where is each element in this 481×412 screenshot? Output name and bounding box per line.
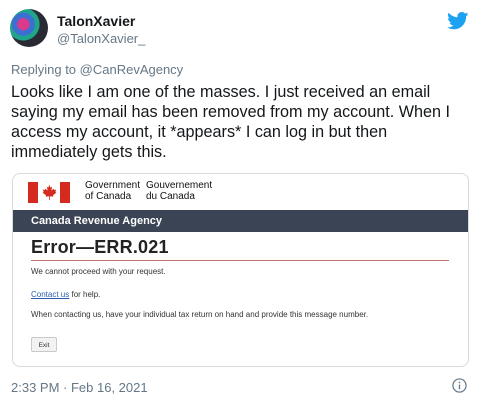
error-divider [31, 260, 449, 261]
info-icon[interactable] [452, 378, 467, 393]
embedded-screenshot[interactable]: Government of Canada Gouvernement du Can… [12, 173, 469, 367]
contact-instructions: When contacting us, have your individual… [31, 310, 369, 319]
tweet-text: Looks like I am one of the masses. I jus… [11, 83, 451, 161]
replying-prefix: Replying to [11, 62, 80, 77]
gov-name-fr: Gouvernement du Canada [146, 180, 212, 202]
agency-bar: Canada Revenue Agency [13, 210, 468, 232]
gov-fr-line1: Gouvernement [146, 180, 213, 191]
gov-fr-line2: du Canada [146, 191, 195, 202]
contact-us-link[interactable]: Contact us [31, 290, 69, 299]
replying-to: Replying to @CanRevAgency [11, 62, 183, 77]
error-message: We cannot proceed with your request. [31, 267, 166, 276]
avatar[interactable] [10, 9, 48, 47]
gov-header: Government of Canada Gouvernement du Can… [13, 174, 468, 210]
error-title: Error—ERR.021 [31, 237, 169, 257]
contact-help-line: Contact us for help. [31, 290, 100, 299]
gov-en-line2: of Canada [85, 191, 132, 202]
gov-en-line1: Government [85, 180, 141, 191]
twitter-bird-icon [447, 12, 469, 30]
canada-flag-icon [28, 182, 70, 203]
gov-name-en: Government of Canada [85, 180, 140, 202]
exit-button[interactable]: Exit [31, 337, 57, 352]
tweet-timestamp[interactable]: 2:33 PM · Feb 16, 2021 [11, 380, 148, 395]
author-display-name[interactable]: TalonXavier [57, 13, 135, 29]
author-handle[interactable]: @TalonXavier_ [57, 31, 145, 46]
mention-link[interactable]: @CanRevAgency [80, 62, 184, 77]
contact-suffix: for help. [69, 290, 101, 299]
